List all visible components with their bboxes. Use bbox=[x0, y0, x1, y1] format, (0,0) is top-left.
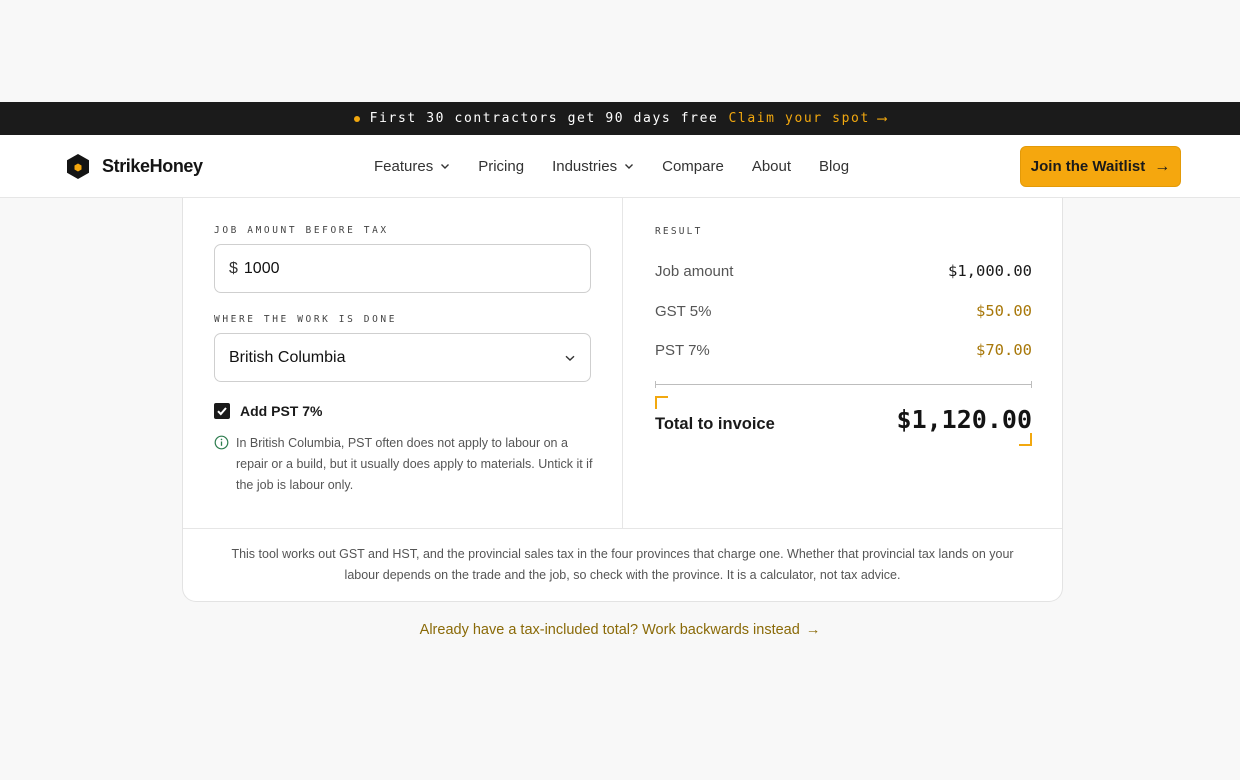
info-circle-icon bbox=[214, 435, 229, 450]
result-row-label: GST 5% bbox=[655, 302, 712, 320]
chevron-down-icon bbox=[441, 164, 450, 169]
nav-item-label: About bbox=[751, 157, 792, 175]
calculator-inputs: JOB AMOUNT BEFORE TAX $ 1000 WHERE THE W… bbox=[183, 198, 623, 528]
province-select[interactable]: British Columbia bbox=[214, 333, 591, 382]
result-row-value: $70.00 bbox=[976, 341, 1032, 359]
calculator-result: RESULT Job amount $1,000.00 GST 5% $50.0… bbox=[624, 198, 1064, 528]
announcement-text: First 30 contractors get 90 days free bbox=[369, 111, 719, 126]
total-value: $1,120.00 bbox=[896, 405, 1032, 434]
checkmark-icon bbox=[217, 407, 227, 416]
amount-input[interactable]: $ 1000 bbox=[214, 244, 591, 293]
nav-item-label: Features bbox=[374, 157, 434, 175]
work-backwards-link[interactable]: Already have a tax-included total? Work … bbox=[0, 622, 1240, 638]
nav-item-industries[interactable]: Industries bbox=[552, 158, 634, 175]
nav-links: Features Pricing Industries Compare Abou… bbox=[374, 135, 877, 197]
currency-symbol: $ bbox=[229, 259, 238, 277]
claim-spot-link[interactable]: Claim your spot bbox=[728, 111, 869, 126]
pst-checkbox-label[interactable]: Add PST 7% bbox=[240, 403, 322, 419]
corner-bracket-decoration bbox=[1019, 433, 1032, 446]
join-waitlist-button[interactable]: Join the Waitlist → bbox=[1020, 146, 1181, 187]
nav-item-about[interactable]: About bbox=[752, 158, 791, 175]
pst-info-note: In British Columbia, PST often does not … bbox=[214, 433, 594, 496]
bullet-dot-icon bbox=[353, 115, 360, 122]
amount-input-value: 1000 bbox=[243, 259, 280, 277]
pst-checkbox-row[interactable]: Add PST 7% bbox=[214, 403, 322, 419]
province-field-label: WHERE THE WORK IS DONE bbox=[214, 314, 398, 325]
tax-calculator-card: JOB AMOUNT BEFORE TAX $ 1000 WHERE THE W… bbox=[182, 198, 1063, 602]
result-row-value: $1,000.00 bbox=[948, 262, 1032, 280]
nav-item-pricing[interactable]: Pricing bbox=[478, 158, 524, 175]
join-waitlist-label: Join the Waitlist bbox=[1030, 158, 1146, 175]
corner-bracket-decoration bbox=[655, 396, 668, 409]
nav-item-label: Pricing bbox=[478, 157, 525, 175]
arrow-right-icon: → bbox=[1154, 157, 1171, 175]
arrow-right-icon: → bbox=[805, 622, 821, 638]
pst-note-text: In British Columbia, PST often does not … bbox=[236, 436, 593, 492]
top-navigation: StrikeHoney Features Pricing Industries … bbox=[0, 135, 1240, 198]
nav-item-label: Blog bbox=[819, 157, 850, 175]
disclaimer-text: This tool works out GST and HST, and the… bbox=[231, 547, 1014, 582]
pst-checkbox[interactable] bbox=[214, 403, 230, 419]
result-row-job-amount: Job amount $1,000.00 bbox=[655, 262, 1032, 280]
long-arrow-right-icon[interactable]: ⟶ bbox=[878, 111, 886, 127]
nav-item-label: Compare bbox=[662, 157, 724, 175]
nav-item-features[interactable]: Features bbox=[374, 158, 450, 175]
nav-item-blog[interactable]: Blog bbox=[819, 158, 849, 175]
total-label: Total to invoice bbox=[655, 415, 775, 433]
brand-name: StrikeHoney bbox=[102, 156, 203, 176]
announcement-bar: First 30 contractors get 90 days free Cl… bbox=[0, 102, 1240, 135]
hexagon-logo-icon bbox=[67, 154, 89, 179]
result-row-pst: PST 7% $70.00 bbox=[655, 341, 1032, 359]
amount-field-label: JOB AMOUNT BEFORE TAX bbox=[214, 225, 389, 236]
nav-item-label: Industries bbox=[552, 157, 618, 175]
chevron-down-icon bbox=[625, 164, 634, 169]
result-row-gst: GST 5% $50.00 bbox=[655, 302, 1032, 320]
result-label: RESULT bbox=[655, 226, 703, 237]
result-row-label: PST 7% bbox=[655, 341, 710, 359]
result-row-label: Job amount bbox=[655, 262, 734, 280]
nav-item-compare[interactable]: Compare bbox=[662, 158, 724, 175]
result-row-value: $50.00 bbox=[976, 302, 1032, 320]
brand-home-link[interactable]: StrikeHoney bbox=[66, 153, 203, 180]
calculator-disclaimer: This tool works out GST and HST, and the… bbox=[183, 528, 1062, 601]
work-backwards-label: Already have a tax-included total? Work … bbox=[419, 622, 800, 638]
result-divider bbox=[655, 381, 1032, 388]
province-select-value: British Columbia bbox=[229, 348, 346, 366]
chevron-down-icon bbox=[565, 355, 575, 361]
